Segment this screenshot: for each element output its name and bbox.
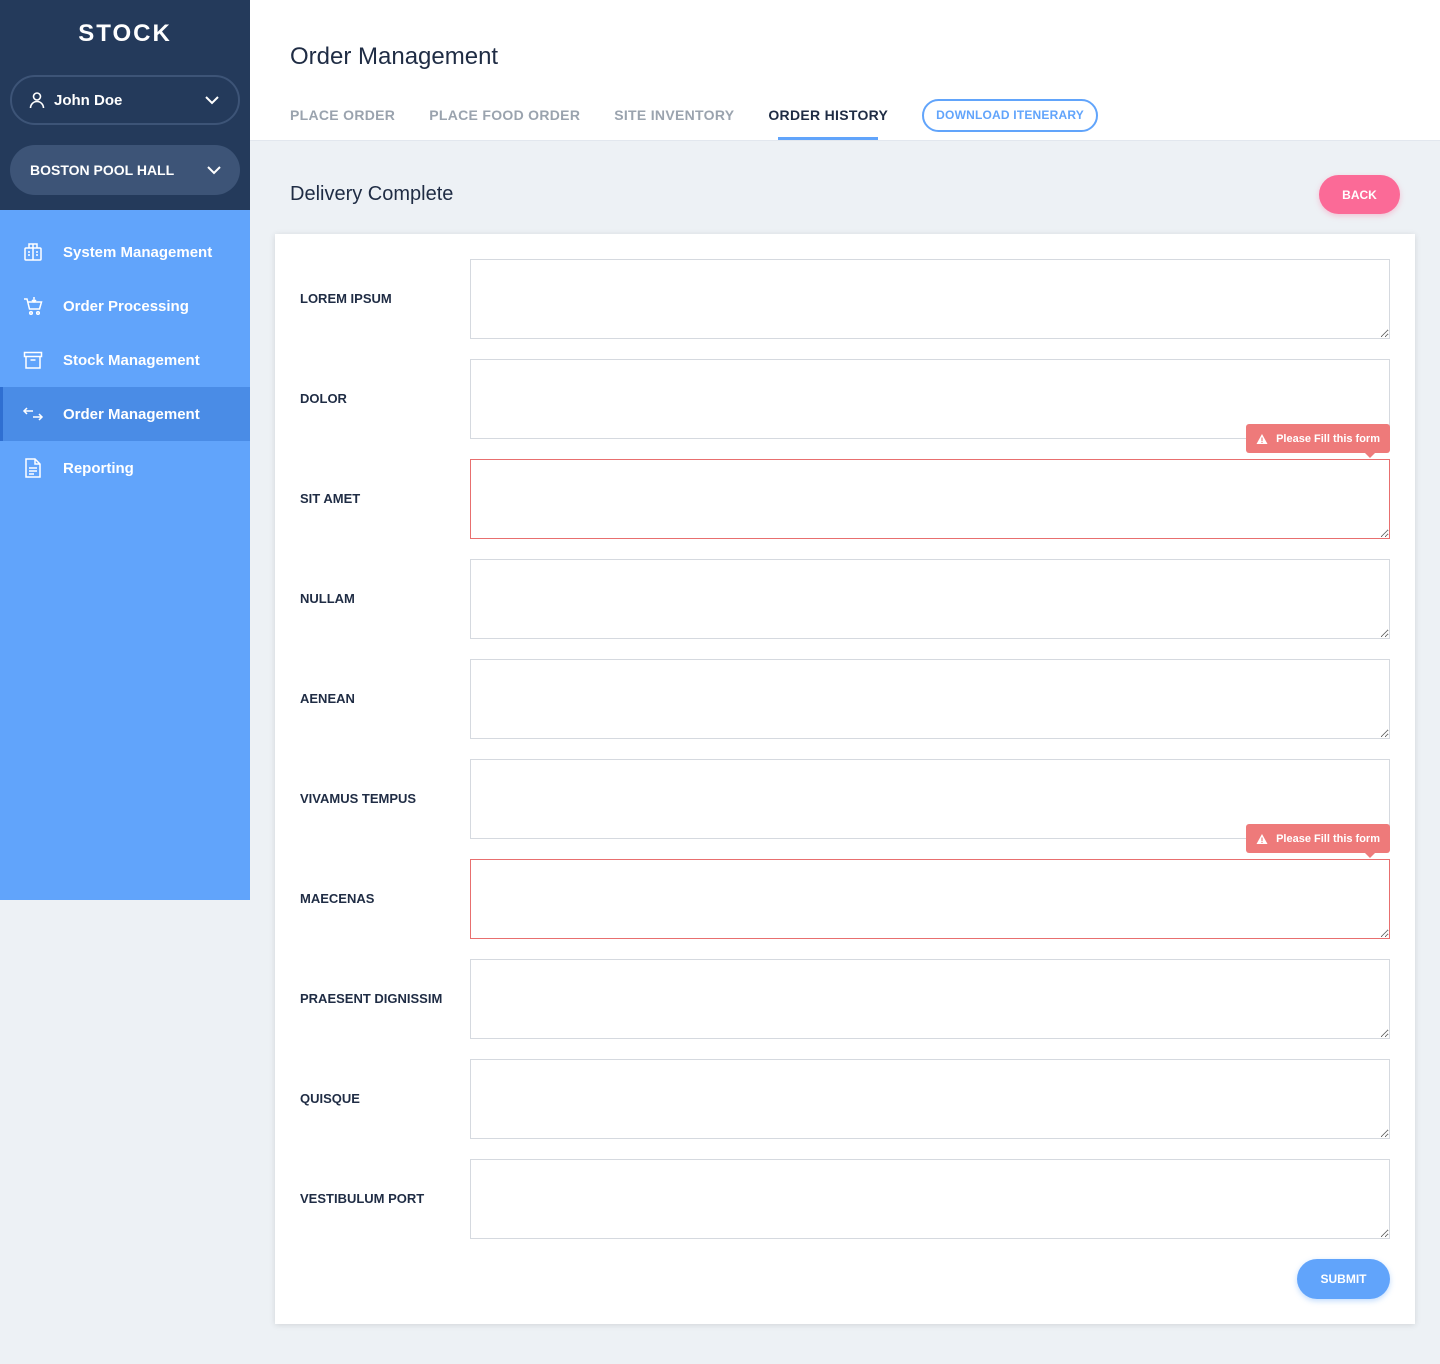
tab-site-inventory[interactable]: SITE INVENTORY [614,97,734,140]
sidebar-nav: System Management Order Processing Stock… [0,225,250,495]
form-row: SIT AMET Please Fill this form [275,424,1415,539]
form-row: LOREM IPSUM [275,259,1415,339]
form-row: QUISQUE [275,1059,1415,1139]
vestibulum-port-textarea[interactable] [470,1159,1390,1239]
field-label: MAECENAS [300,891,375,906]
tab-order-history[interactable]: ORDER HISTORY [768,97,888,140]
form-row: AENEAN [275,659,1415,739]
document-icon [22,457,44,479]
sidebar-item-label: System Management [63,243,213,261]
section-title: Delivery Complete [290,183,454,205]
sidebar-item-label: Order Processing [63,297,189,315]
sidebar-item-label: Stock Management [63,351,200,369]
back-button[interactable]: BACK [1319,175,1400,214]
form-row: DOLOR [275,359,1415,439]
sidebar-item-order-processing[interactable]: Order Processing [0,279,250,333]
validation-tooltip: Please Fill this form [1246,424,1390,458]
tab-place-order[interactable]: PLACE ORDER [290,97,395,140]
sidebar-item-reporting[interactable]: Reporting [0,441,250,495]
validation-message: Please Fill this form [1276,432,1380,445]
sidebar-item-system-management[interactable]: System Management [0,225,250,279]
chevron-down-icon [206,162,222,178]
sidebar-header: STOCK John Doe BOSTON POOL HALL [0,0,250,210]
validation-message: Please Fill this form [1276,832,1380,845]
field-label: LOREM IPSUM [300,291,392,306]
field-label: NULLAM [300,591,355,606]
site-dropdown[interactable]: BOSTON POOL HALL [10,145,240,195]
tab-place-food-order[interactable]: PLACE FOOD ORDER [429,97,580,140]
sit-amet-textarea[interactable] [470,459,1390,539]
archive-box-icon [22,349,44,371]
field-label: AENEAN [300,691,355,706]
form-row: NULLAM [275,559,1415,639]
field-label: PRAESENT DIGNISSIM [300,991,443,1006]
user-icon [28,91,46,109]
user-name: John Doe [54,91,123,109]
praesent-dignissim-textarea[interactable] [470,959,1390,1039]
quisque-textarea[interactable] [470,1059,1390,1139]
lorem-ipsum-textarea[interactable] [470,259,1390,339]
submit-button[interactable]: SUBMIT [1297,1259,1390,1299]
form-row: VESTIBULUM PORT [275,1159,1415,1239]
field-label: VIVAMUS TEMPUS [300,791,417,806]
validation-tooltip: Please Fill this form [1246,824,1390,858]
top-header: Order Management PLACE ORDER PLACE FOOD … [250,0,1440,141]
form-row: VIVAMUS TEMPUS [275,759,1415,839]
site-name: BOSTON POOL HALL [30,162,175,178]
brand-logo: STOCK [78,20,172,47]
building-icon [22,241,44,263]
user-dropdown[interactable]: John Doe [10,75,240,125]
maecenas-textarea[interactable] [470,859,1390,939]
sidebar: STOCK John Doe BOSTON POOL HALL System M… [0,0,250,900]
nullam-textarea[interactable] [470,559,1390,639]
sidebar-item-order-management[interactable]: Order Management [0,387,250,441]
sidebar-item-label: Reporting [63,459,134,477]
tab-bar: PLACE ORDER PLACE FOOD ORDER SITE INVENT… [290,97,1098,140]
chevron-down-icon [204,92,220,108]
form-row: PRAESENT DIGNISSIM [275,959,1415,1039]
sidebar-item-stock-management[interactable]: Stock Management [0,333,250,387]
form-row: MAECENAS Please Fill this form [275,824,1415,939]
warning-icon [1256,833,1268,845]
field-label: SIT AMET [300,491,361,506]
field-label: DOLOR [300,391,347,406]
sidebar-item-label: Order Management [63,405,200,423]
page-title: Order Management [290,43,499,70]
delivery-form-card: LOREM IPSUM DOLOR SIT AMET Please Fill t… [275,234,1415,1324]
swap-arrows-icon [22,403,44,425]
field-label: QUISQUE [300,1091,360,1106]
download-itinerary-button[interactable]: DOWNLOAD ITENERARY [922,98,1098,132]
aenean-textarea[interactable] [470,659,1390,739]
cart-icon [22,295,44,317]
warning-icon [1256,433,1268,445]
field-label: VESTIBULUM PORT [300,1191,425,1206]
